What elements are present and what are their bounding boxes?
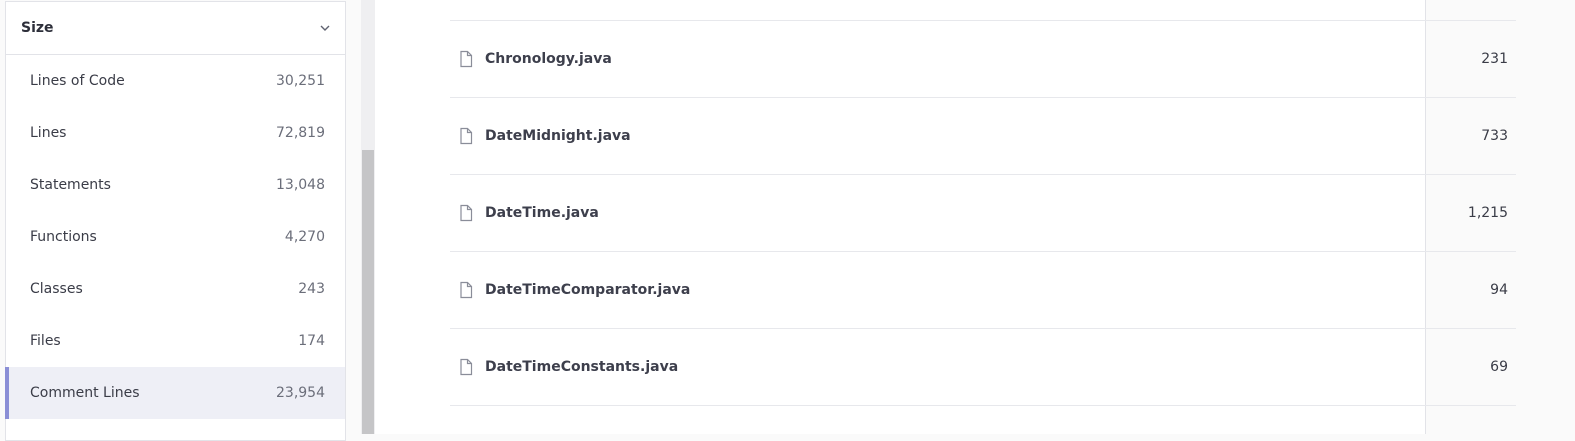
sidebar-scrollbar[interactable] — [361, 0, 375, 434]
chevron-down-icon[interactable] — [319, 22, 331, 34]
facet-item-label: Lines of Code — [30, 73, 125, 89]
file-name-link[interactable]: DateTime.java — [485, 205, 599, 221]
file-row[interactable]: Chronology.java 231 — [450, 20, 1516, 97]
file-icon — [458, 281, 474, 299]
file-name-link[interactable]: DateMidnight.java — [485, 128, 631, 144]
facet-item-lines[interactable]: Lines 72,819 — [6, 107, 345, 159]
facet-item-files[interactable]: Files 174 — [6, 315, 345, 367]
facet-item-statements[interactable]: Statements 13,048 — [6, 159, 345, 211]
facet-items: Lines of Code 30,251 Lines 72,819 Statem… — [5, 55, 345, 419]
facet-item-label: Functions — [30, 229, 97, 245]
size-facet-header[interactable]: Size — [6, 2, 345, 55]
facet-item-count: 243 — [298, 281, 325, 297]
size-facet: Size Lines of Code 30,251 Lines 72,819 S… — [5, 1, 346, 441]
file-metric-value[interactable]: 69 — [1490, 359, 1508, 375]
facet-item-classes[interactable]: Classes 243 — [6, 263, 345, 315]
facet-item-label: Statements — [30, 177, 111, 193]
file-name-link[interactable]: Chronology.java — [485, 51, 612, 67]
file-metric-value[interactable]: 733 — [1481, 128, 1508, 144]
facet-item-count: 174 — [298, 333, 325, 349]
facet-item-count: 23,954 — [276, 385, 325, 401]
file-row[interactable]: DateTimeConstants.java 69 — [450, 328, 1516, 406]
facet-item-label: Comment Lines — [30, 385, 140, 401]
file-list: Chronology.java 231 DateMidnight.java 73… — [450, 20, 1516, 406]
file-row[interactable]: DateTimeComparator.java 94 — [450, 251, 1516, 328]
facet-item-label: Lines — [30, 125, 67, 141]
facet-item-count: 4,270 — [284, 229, 325, 245]
file-name-link[interactable]: DateTimeComparator.java — [485, 282, 690, 298]
file-icon — [458, 204, 474, 222]
file-row[interactable]: DateMidnight.java 733 — [450, 97, 1516, 174]
file-row[interactable]: DateTime.java 1,215 — [450, 174, 1516, 251]
file-metric-value[interactable]: 94 — [1490, 282, 1508, 298]
file-icon — [458, 50, 474, 68]
facet-item-count: 13,048 — [276, 177, 325, 193]
facet-title: Size — [21, 20, 54, 36]
file-name-link[interactable]: DateTimeConstants.java — [485, 359, 678, 375]
scrollbar-thumb[interactable] — [362, 150, 374, 434]
file-icon — [458, 358, 474, 376]
facet-item-count: 30,251 — [276, 73, 325, 89]
facet-item-lines-of-code[interactable]: Lines of Code 30,251 — [6, 55, 345, 107]
facet-item-functions[interactable]: Functions 4,270 — [6, 211, 345, 263]
facet-item-comment-lines[interactable]: Comment Lines 23,954 — [5, 367, 345, 419]
facet-item-label: Classes — [30, 281, 83, 297]
file-metric-value[interactable]: 231 — [1481, 51, 1508, 67]
facet-item-label: Files — [30, 333, 61, 349]
file-list-panel: Chronology.java 231 DateMidnight.java 73… — [375, 0, 1516, 434]
facet-item-count: 72,819 — [276, 125, 325, 141]
file-icon — [458, 127, 474, 145]
file-metric-value[interactable]: 1,215 — [1468, 205, 1508, 221]
